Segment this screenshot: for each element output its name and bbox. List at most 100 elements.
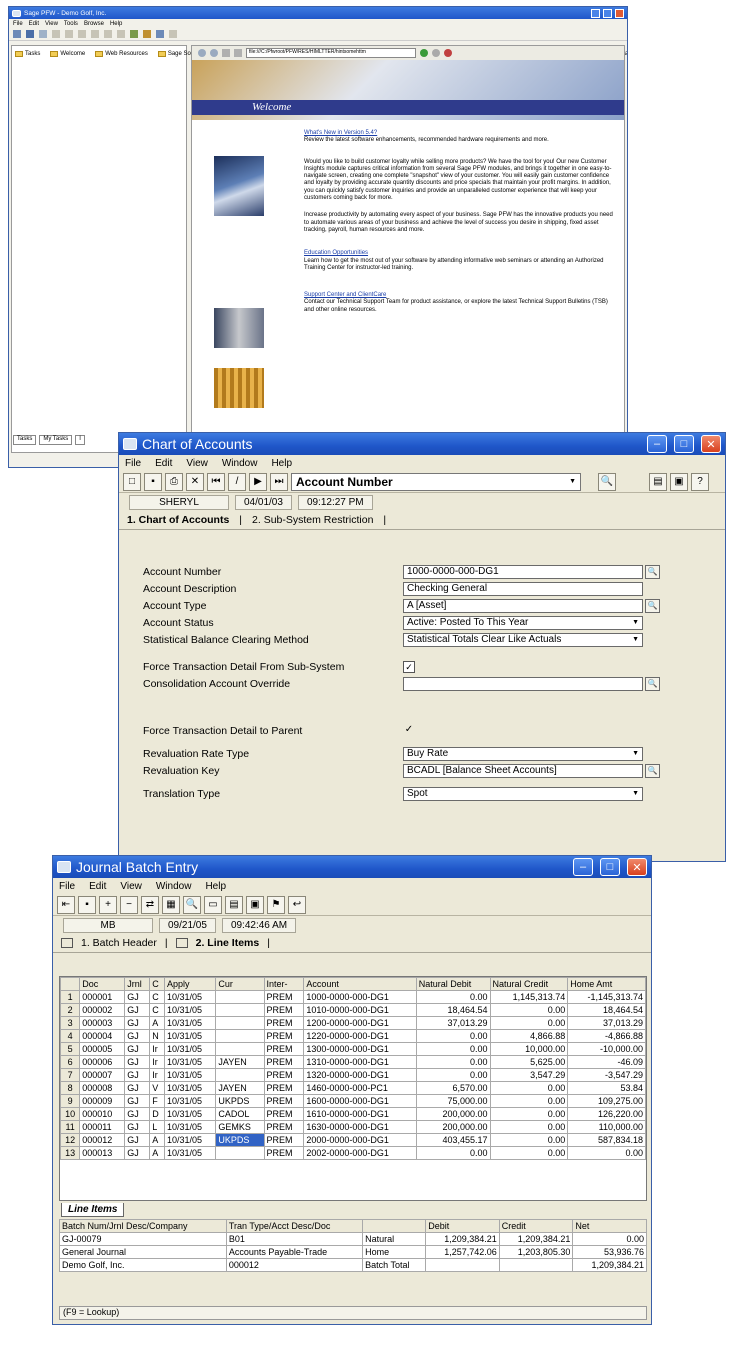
grid-cell[interactable]: 2002-0000-000-DG1 [303,1146,417,1160]
grid-cell[interactable]: 10/31/05 [164,1120,217,1134]
grid-cell[interactable]: GEMKS [215,1120,265,1134]
grid-cell[interactable]: GJ [124,1016,151,1030]
grid-cell[interactable]: PREM [263,990,305,1004]
grid-cell[interactable]: -3,547.29 [567,1068,646,1082]
grid-col-header[interactable] [60,977,81,991]
grid-cell[interactable] [215,1042,265,1056]
grid-cell[interactable]: 0.00 [489,1120,569,1134]
grid-cell[interactable]: 37,013.29 [567,1016,646,1030]
menu-help[interactable]: Help [205,881,226,892]
new-icon[interactable] [13,30,21,38]
tree-item[interactable]: Web Resources [87,49,148,59]
lookup-icon[interactable]: 🔍 [645,598,660,613]
grid-col-header[interactable]: C [149,977,166,991]
grid-cell[interactable]: Ir [149,1055,166,1069]
filter-icon[interactable] [169,30,177,38]
grid-cell[interactable]: PREM [263,1003,305,1017]
menu-window[interactable]: Window [222,458,258,469]
grid-cell[interactable]: 109,275.00 [567,1094,646,1108]
grid-cell[interactable]: 10/31/05 [164,1146,217,1160]
force-sub-checkbox[interactable]: ✓ [403,660,415,673]
grid-cell[interactable]: 000007 [79,1068,126,1082]
menu-tools[interactable]: Tools [64,21,78,27]
table-row[interactable]: 8 000008 GJ V 10/31/05 JAYEN PREM 1460-0000-000… [60,1081,646,1095]
grid-cell[interactable]: 0.00 [415,1055,491,1069]
grid-cell[interactable]: 403,455.17 [415,1133,491,1147]
menu-view[interactable]: View [120,881,142,892]
jbe-maximize-button[interactable]: □ [600,858,620,876]
lookup-icon[interactable]: 🔍 [183,895,201,914]
menu-file[interactable]: File [13,21,23,27]
stop-icon[interactable] [222,49,230,57]
grid-cell[interactable]: PREM [263,1133,305,1147]
grid-cell[interactable]: 000004 [79,1029,126,1043]
menu-view[interactable]: View [45,21,58,27]
grid-cell[interactable]: 6,570.00 [415,1081,491,1095]
grid-cell[interactable]: 0.00 [489,1016,569,1030]
grid-cell[interactable]: 1,145,313.74 [489,990,569,1004]
table-row[interactable]: 5 000005 GJ Ir 10/31/05 PREM 1300-0000-000-DG1… [60,1042,646,1056]
grid-cell[interactable]: GJ [124,1055,151,1069]
grid-cell[interactable]: 2000-0000-000-DG1 [303,1133,417,1147]
grid-cell[interactable]: 0.00 [489,1081,569,1095]
address-field[interactable]: file:///C:/Pfwroot/PFW/RES/HIMLTTER/hint… [246,48,416,58]
notes-icon[interactable]: ▭ [204,895,222,914]
grid-col-header[interactable]: Account [303,977,417,991]
grid-cell[interactable]: 000003 [79,1016,126,1030]
grid-cell[interactable]: UKPDS [215,1133,265,1147]
minimize-button[interactable] [591,8,600,18]
grid-cell[interactable]: D [149,1107,166,1121]
close-button[interactable] [615,8,624,18]
grid-col-header[interactable]: Natural Credit [489,977,569,991]
menu-window[interactable]: Window [156,881,192,892]
grid-cell[interactable]: 000001 [79,990,126,1004]
grid-cell[interactable]: 000011 [79,1120,126,1134]
menu-edit[interactable]: Edit [155,458,172,469]
undo-icon[interactable] [91,30,99,38]
allocate-icon[interactable]: ⚑ [267,895,285,914]
lookup-icon[interactable]: 🔍 [598,472,616,491]
grid-cell[interactable]: PREM [263,1068,305,1082]
lookup-icon[interactable]: 🔍 [645,564,660,579]
copy-icon[interactable] [65,30,73,38]
last-record-icon[interactable]: ⏭ [270,472,288,491]
home-icon[interactable] [234,49,242,57]
grid-cell[interactable] [215,1016,265,1030]
grid-cell[interactable]: PREM [263,1120,305,1134]
table-row[interactable]: 10 000010 GJ D 10/31/05 CADOL PREM 1610-0000-00… [60,1107,646,1121]
grid-cell[interactable]: 0.00 [567,1146,646,1160]
grid-cell[interactable]: 10/31/05 [164,1042,217,1056]
menu-edit[interactable]: Edit [89,881,106,892]
article-link[interactable]: Education Opportunities [304,250,616,257]
grid-cell[interactable]: 0.00 [489,1107,569,1121]
grid-cell[interactable]: UKPDS [215,1094,265,1108]
grid-cell[interactable]: 0.00 [489,1003,569,1017]
grid-cell[interactable] [215,990,265,1004]
grid-cell[interactable]: GJ [124,1120,151,1134]
paste-icon[interactable] [78,30,86,38]
grid-cell[interactable]: PREM [263,1042,305,1056]
consol-input[interactable] [403,676,643,691]
grid-cell[interactable]: 3,547.29 [489,1068,569,1082]
grid-cell[interactable]: PREM [263,1016,305,1030]
report-icon[interactable]: ▤ [649,472,667,491]
grid-cell[interactable]: 587,834.18 [567,1133,646,1147]
delete-icon[interactable]: ✕ [186,472,204,491]
grid-cell[interactable]: 000005 [79,1042,126,1056]
grid-cell[interactable]: 10/31/05 [164,1055,217,1069]
grid-cell[interactable]: 1200-0000-000-DG1 [303,1016,417,1030]
maximize-button[interactable] [603,8,612,18]
grid-cell[interactable]: Ir [149,1068,166,1082]
grid-cell[interactable]: 10/31/05 [164,1029,217,1043]
grid-cell[interactable]: 000012 [79,1133,126,1147]
grid-cell[interactable]: 1220-0000-000-DG1 [303,1029,417,1043]
grid-cell[interactable]: -4,866.88 [567,1029,646,1043]
grid-cell[interactable]: GJ [124,1146,151,1160]
grid-cell[interactable]: JAYEN [215,1055,265,1069]
folder-icon[interactable] [143,30,151,38]
grid-cell[interactable]: PREM [263,1094,305,1108]
menu-browse[interactable]: Browse [84,21,104,27]
grid-cell[interactable]: V [149,1081,166,1095]
grid-cell[interactable]: 10/31/05 [164,1133,217,1147]
grid-cell[interactable]: 10/31/05 [164,1081,217,1095]
